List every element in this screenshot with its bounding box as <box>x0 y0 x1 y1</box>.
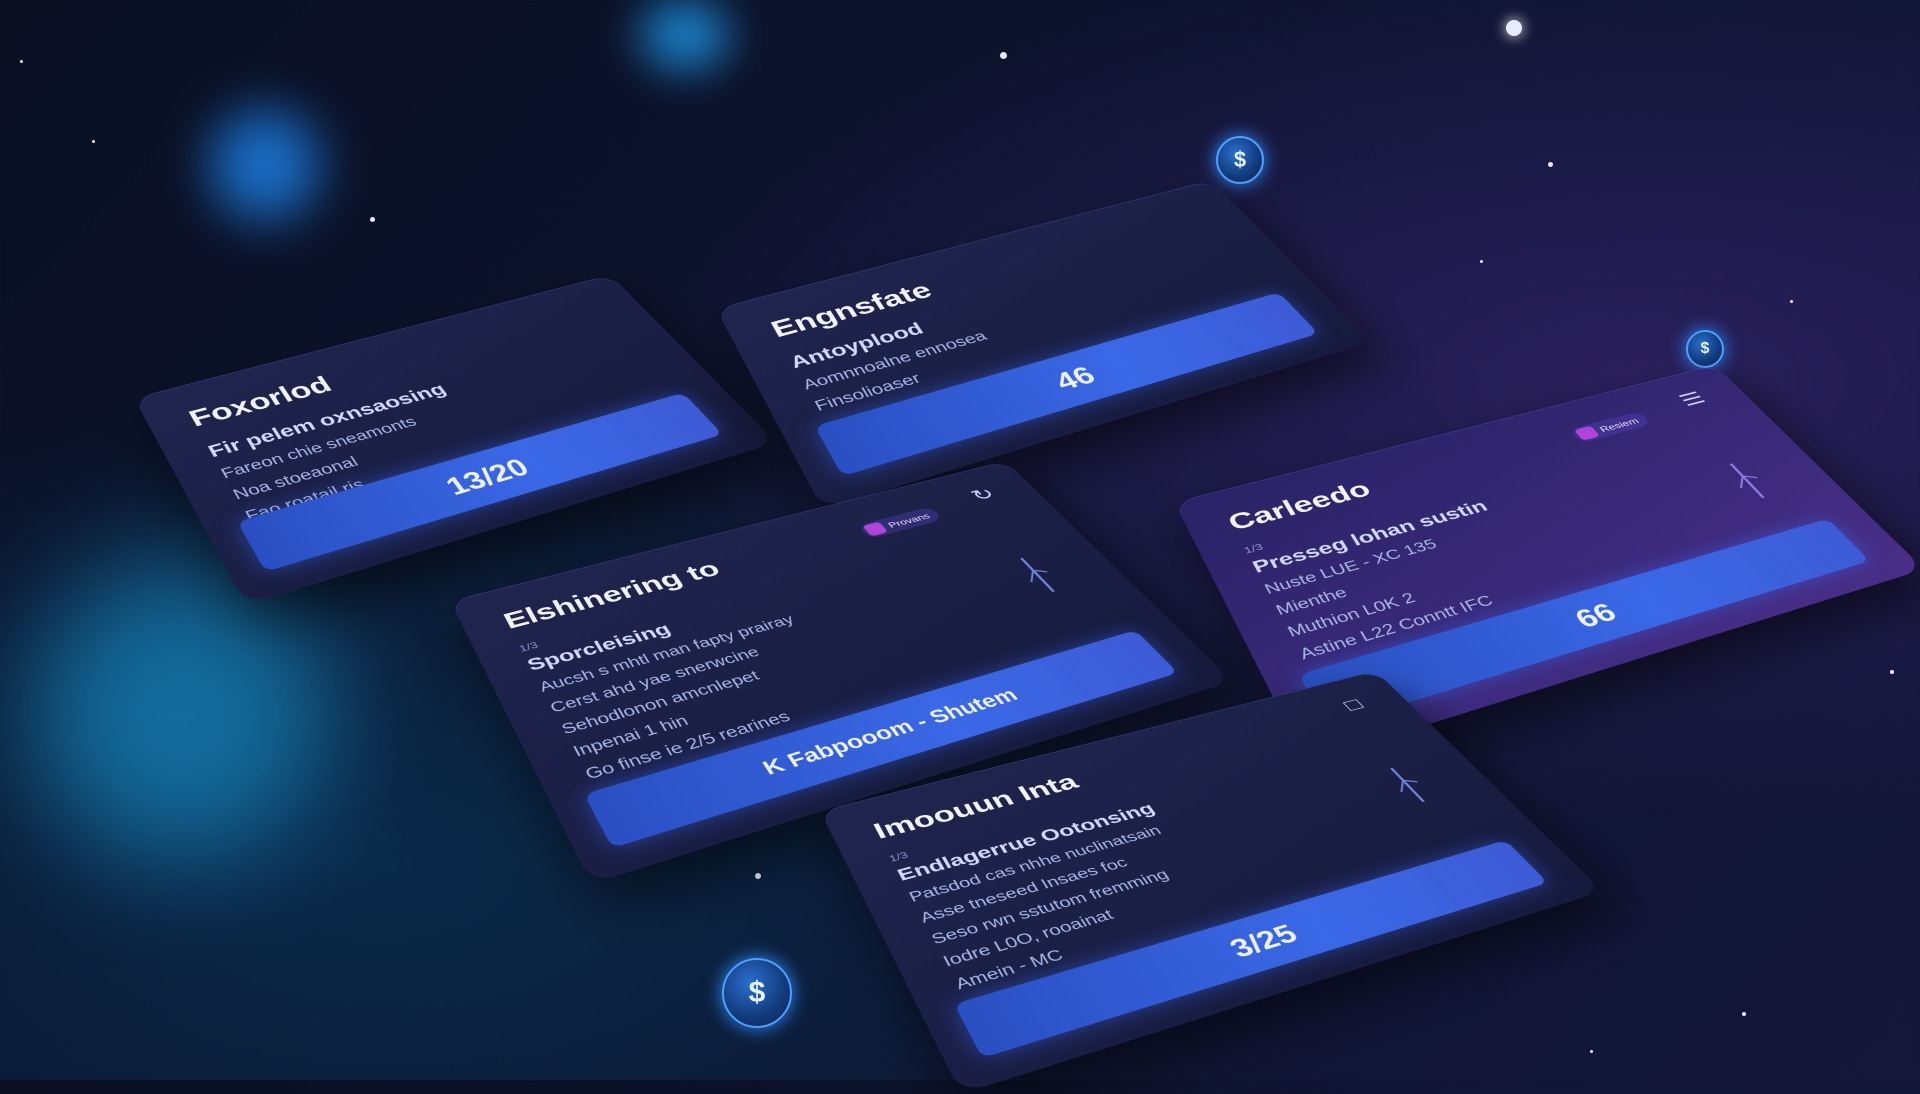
dollar-coin-icon: $ <box>722 958 792 1028</box>
background-glow-large <box>30 560 330 860</box>
card-top-center[interactable]: Engnsfate Antoyplood Aomnnoalne ennosea … <box>715 180 1373 510</box>
star <box>1742 1012 1746 1016</box>
star <box>370 217 375 222</box>
star <box>1480 260 1483 263</box>
background-glow-medium <box>210 110 320 220</box>
star <box>755 873 761 879</box>
star <box>1790 300 1793 303</box>
star <box>20 60 23 63</box>
dollar-coin-icon: $ <box>1216 136 1264 184</box>
star <box>1506 20 1522 36</box>
star <box>92 140 95 143</box>
star <box>1890 670 1894 674</box>
star <box>1548 162 1553 167</box>
star <box>1590 1050 1593 1053</box>
background-glow-top <box>640 0 730 70</box>
dollar-coin-icon: $ <box>1686 330 1724 368</box>
star <box>1000 52 1007 59</box>
